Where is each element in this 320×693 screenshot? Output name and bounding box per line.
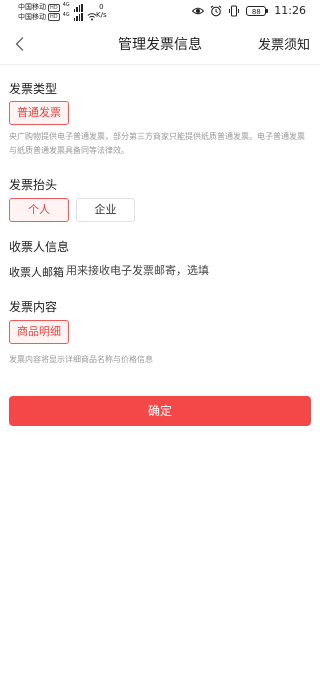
vibrate-icon bbox=[229, 5, 240, 16]
signal-icon-2 bbox=[73, 13, 83, 21]
carrier-2-label: 中国移动 bbox=[18, 12, 46, 21]
network-speed-value: 0 bbox=[99, 3, 104, 11]
status-bar: 中国移动 HD 4G 中国移动 HD 4G 0 K/s 88 11:26 bbox=[0, 0, 320, 24]
hd-badge-2: HD bbox=[48, 13, 60, 21]
hd-badge-1: HD bbox=[48, 3, 60, 12]
network-speed-unit: K/s bbox=[96, 11, 107, 19]
carrier-info: 中国移动 HD 4G 中国移动 HD 4G bbox=[18, 2, 97, 22]
invoice-type-title: 发票类型 bbox=[9, 82, 58, 96]
network-speed: 0 K/s bbox=[96, 3, 107, 19]
battery-cap bbox=[266, 8, 269, 13]
invoice-header-personal-chip[interactable]: 个人 bbox=[9, 198, 69, 222]
navigation-bar: 管理发票信息 发票须知 bbox=[0, 24, 320, 65]
network-type-1: 4G bbox=[62, 2, 70, 8]
invoice-type-note: 央广购物提供电子普通发票，部分第三方商家只能提供纸质普通发票。电子普通发票与纸质… bbox=[9, 132, 305, 155]
invoice-notice-link[interactable]: 发票须知 bbox=[258, 34, 310, 53]
clock: 11:26 bbox=[274, 4, 306, 17]
invoice-header-title: 发票抬头 bbox=[9, 178, 58, 192]
signal-icon-1 bbox=[73, 3, 83, 12]
invoice-header-company-chip[interactable]: 企业 bbox=[76, 198, 135, 222]
invoice-content-title: 发票内容 bbox=[9, 300, 58, 314]
recipient-email-label: 收票人邮箱 bbox=[9, 266, 64, 279]
invoice-content-details-chip[interactable]: 商品明细 bbox=[9, 320, 69, 344]
carrier-1-label: 中国移动 bbox=[18, 3, 46, 11]
invoice-type-normal-chip[interactable]: 普通发票 bbox=[9, 101, 69, 125]
status-right: 88 11:26 bbox=[192, 4, 306, 17]
invoice-content-note: 发票内容将显示详细商品名称与价格信息 bbox=[9, 355, 153, 364]
confirm-button[interactable]: 确定 bbox=[9, 396, 311, 426]
recipient-email-input[interactable] bbox=[66, 259, 306, 281]
alarm-icon bbox=[210, 5, 222, 16]
battery-level: 88 bbox=[246, 5, 267, 16]
recipient-info-title: 收票人信息 bbox=[9, 240, 70, 254]
eye-icon bbox=[192, 7, 205, 14]
network-type-2: 4G bbox=[62, 11, 70, 18]
battery-indicator: 88 bbox=[246, 5, 269, 16]
